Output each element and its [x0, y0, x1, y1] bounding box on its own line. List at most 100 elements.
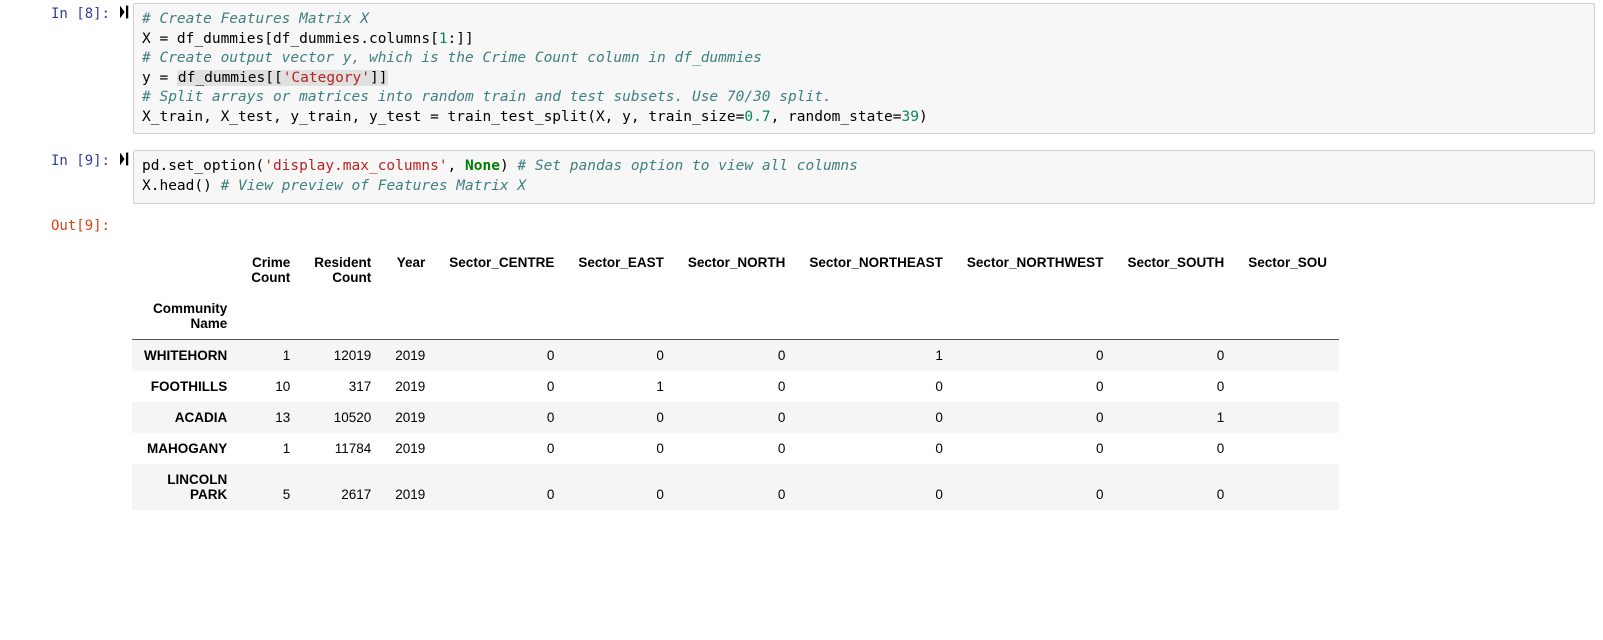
cell: 0 [955, 464, 1116, 510]
in-prompt: In [8]: [0, 3, 115, 134]
cell: 2019 [383, 433, 437, 464]
table-row: ACADIA 13 10520 2019 0 0 0 0 0 1 [132, 402, 1339, 433]
cell: 0 [676, 464, 798, 510]
code-cell-9: In [9]: pd.set_option('display.max_colum… [0, 147, 1603, 206]
cell: 12019 [302, 339, 383, 371]
col-header: Sector_SOU [1236, 247, 1339, 293]
col-header: Sector_SOUTH [1115, 247, 1236, 293]
run-cell-button[interactable] [115, 3, 133, 134]
cell: 0 [676, 339, 798, 371]
code-comment: # View preview of Features Matrix X [221, 178, 527, 194]
code-text: X = df_dummies[df_dummies.columns[ [142, 31, 439, 47]
cell: 0 [437, 464, 566, 510]
code-number: 0.7 [744, 109, 770, 125]
cell [1236, 402, 1339, 433]
cell: 0 [955, 371, 1116, 402]
col-header: Sector_EAST [566, 247, 676, 293]
cell: 0 [437, 339, 566, 371]
cell: 0 [1115, 433, 1236, 464]
output-area: Out[9]: [0, 215, 1603, 237]
table-row: MAHOGANY 1 11784 2019 0 0 0 0 0 0 [132, 433, 1339, 464]
cell: 0 [566, 339, 676, 371]
cell: 11784 [302, 433, 383, 464]
code-input[interactable]: # Create Features Matrix X X = df_dummie… [133, 3, 1595, 134]
cell: 2617 [302, 464, 383, 510]
cell: 0 [797, 402, 955, 433]
code-text: y = [142, 70, 177, 86]
code-text: pd.set_option( [142, 158, 264, 174]
cell: 0 [566, 464, 676, 510]
cell: 0 [437, 402, 566, 433]
cell: 1 [239, 339, 302, 371]
row-index: FOOTHILLS [132, 371, 239, 402]
col-header: Sector_NORTHEAST [797, 247, 955, 293]
cell: 1 [1115, 402, 1236, 433]
code-comment: # Create output vector y, which is the C… [142, 50, 762, 66]
col-header: Resident Count [302, 247, 383, 293]
code-highlight: df_dummies[['Category']] [177, 70, 389, 86]
code-text: , random_state= [771, 109, 902, 125]
cell: 0 [797, 371, 955, 402]
cell: 13 [239, 402, 302, 433]
row-index: LINCOLN PARK [132, 464, 239, 510]
table-head: Crime Count Resident Count Year Sector_C… [132, 247, 1339, 340]
code-keyword: None [465, 158, 500, 174]
cell: 0 [676, 371, 798, 402]
run-cell-button[interactable] [115, 150, 133, 203]
code-input[interactable]: pd.set_option('display.max_columns', Non… [133, 150, 1595, 203]
cell: 0 [797, 433, 955, 464]
cell [1236, 433, 1339, 464]
cell: 0 [1115, 464, 1236, 510]
code-text: :]] [448, 31, 474, 47]
table-row: FOOTHILLS 10 317 2019 0 1 0 0 0 0 [132, 371, 1339, 402]
cell: 2019 [383, 339, 437, 371]
code-number: 1 [439, 31, 448, 47]
index-name: Community Name [132, 293, 239, 340]
code-comment: # Set pandas option to view all columns [517, 158, 857, 174]
code-text: ) [919, 109, 928, 125]
out-prompt: Out[9]: [0, 215, 115, 237]
cell: 10 [239, 371, 302, 402]
code-text: X_train, X_test, y_train, y_test = train… [142, 109, 744, 125]
code-comment: # Split arrays or matrices into random t… [142, 89, 832, 105]
cell: 1 [797, 339, 955, 371]
row-index: ACADIA [132, 402, 239, 433]
in-prompt: In [9]: [0, 150, 115, 203]
cell: 0 [437, 433, 566, 464]
cell: 2019 [383, 464, 437, 510]
dataframe-output: Crime Count Resident Count Year Sector_C… [132, 247, 1339, 510]
cell: 0 [955, 339, 1116, 371]
cell: 0 [437, 371, 566, 402]
col-header: Sector_NORTH [676, 247, 798, 293]
col-header: Year [383, 247, 437, 293]
cell: 317 [302, 371, 383, 402]
run-icon [120, 152, 131, 166]
code-comment: # Create Features Matrix X [142, 11, 369, 27]
code-text: ) [500, 158, 517, 174]
run-icon [120, 5, 131, 19]
cell: 0 [1115, 339, 1236, 371]
row-index: MAHOGANY [132, 433, 239, 464]
cell: 2019 [383, 402, 437, 433]
col-header: Sector_NORTHWEST [955, 247, 1116, 293]
cell: 0 [566, 402, 676, 433]
cell: 1 [566, 371, 676, 402]
cell: 5 [239, 464, 302, 510]
cell: 0 [676, 433, 798, 464]
row-index: WHITEHORN [132, 339, 239, 371]
cell [1236, 371, 1339, 402]
table-body: WHITEHORN 1 12019 2019 0 0 0 1 0 0 FOOTH… [132, 339, 1339, 510]
code-text: X.head() [142, 178, 221, 194]
code-cell-8: In [8]: # Create Features Matrix X X = d… [0, 0, 1603, 137]
cell: 1 [239, 433, 302, 464]
cell: 0 [1115, 371, 1236, 402]
cell: 0 [566, 433, 676, 464]
cell [1236, 339, 1339, 371]
code-text: , [448, 158, 465, 174]
cell [1236, 464, 1339, 510]
table-row: LINCOLN PARK 5 2617 2019 0 0 0 0 0 0 [132, 464, 1339, 510]
cell: 2019 [383, 371, 437, 402]
cell: 0 [955, 433, 1116, 464]
col-header: Sector_CENTRE [437, 247, 566, 293]
col-header: Crime Count [239, 247, 302, 293]
